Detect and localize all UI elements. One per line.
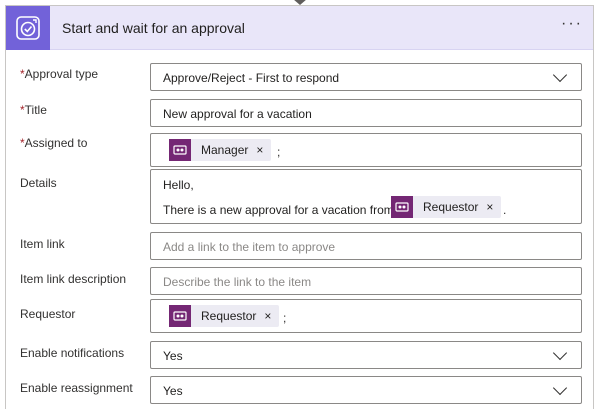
more-options-icon[interactable]: ··· <box>561 15 583 33</box>
card-header[interactable]: Start and wait for an approval ··· <box>6 6 593 50</box>
assigned-to-label: Assigned to <box>24 136 88 150</box>
separator: ; <box>277 145 281 159</box>
enable-reassignment-label: Enable reassignment <box>20 381 133 395</box>
approval-type-value: Approve/Reject - First to respond <box>163 71 340 85</box>
item-link-description-input[interactable]: Describe the link to the item <box>150 267 582 295</box>
item-link-description-placeholder: Describe the link to the item <box>163 275 312 289</box>
details-line-1: Hello, <box>163 178 194 192</box>
details-label: Details <box>20 176 57 190</box>
chevron-down-icon <box>552 67 568 83</box>
approval-type-label: Approval type <box>24 67 99 81</box>
requestor-token[interactable]: Requestor × <box>391 196 502 218</box>
title-label: Title <box>24 103 47 117</box>
requestor-token-label: Requestor <box>423 200 479 214</box>
separator: ; <box>283 311 287 325</box>
remove-token-icon[interactable]: × <box>264 309 271 323</box>
remove-token-icon[interactable]: × <box>486 200 493 214</box>
requestor-token[interactable]: Requestor × <box>169 305 280 327</box>
approval-icon <box>6 6 50 50</box>
dynamic-content-icon <box>169 139 191 161</box>
requestor-label: Requestor <box>20 307 76 321</box>
item-link-input[interactable]: Add a link to the item to approve <box>150 232 582 260</box>
item-link-label: Item link <box>20 237 65 251</box>
enable-notifications-value: Yes <box>163 349 183 363</box>
chevron-down-icon <box>552 345 568 361</box>
manager-token-label: Manager <box>201 143 249 157</box>
card-title: Start and wait for an approval <box>62 20 245 36</box>
enable-reassignment-value: Yes <box>163 384 183 398</box>
assigned-to-input[interactable]: Manager × ; <box>150 133 582 167</box>
item-link-placeholder: Add a link to the item to approve <box>163 240 336 254</box>
enable-notifications-dropdown[interactable]: Yes <box>150 341 582 369</box>
enable-notifications-label: Enable notifications <box>20 346 125 360</box>
dynamic-content-icon <box>169 305 191 327</box>
remove-token-icon[interactable]: × <box>256 143 263 157</box>
title-input[interactable]: New approval for a vacation <box>150 99 582 127</box>
approval-action-card: Start and wait for an approval ··· *Appr… <box>5 5 594 409</box>
details-line-2: There is a new approval for a vacation f… <box>163 203 394 217</box>
item-link-description-label: Item link description <box>20 272 127 286</box>
enable-reassignment-dropdown[interactable]: Yes <box>150 376 582 404</box>
approval-type-dropdown[interactable]: Approve/Reject - First to respond <box>150 63 582 91</box>
chevron-down-icon <box>552 380 568 396</box>
requestor-token-label: Requestor <box>201 309 257 323</box>
title-value: New approval for a vacation <box>163 107 312 121</box>
requestor-input[interactable]: Requestor × ; <box>150 299 582 333</box>
details-input[interactable]: Hello, There is a new approval for a vac… <box>150 169 582 224</box>
dynamic-content-icon <box>391 196 413 218</box>
manager-token[interactable]: Manager × <box>169 139 272 161</box>
trailing-period: . <box>503 203 507 217</box>
